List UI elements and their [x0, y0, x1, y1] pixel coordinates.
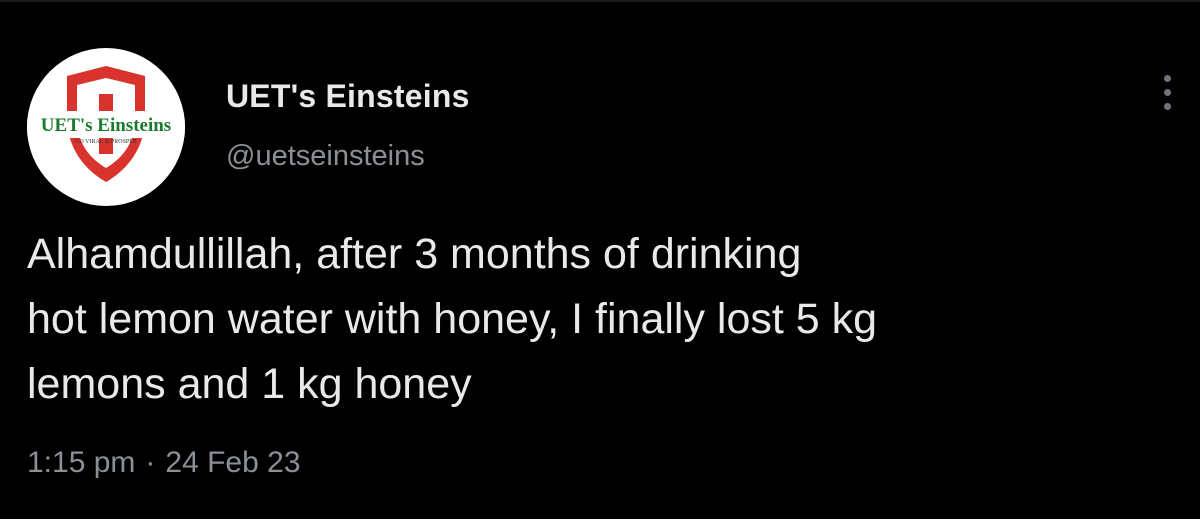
display-name[interactable]: UET's Einsteins [226, 78, 470, 115]
uets-einsteins-logo: UET's Einsteins GO VIRAL & PROSPER [27, 66, 185, 182]
avatar[interactable]: UET's Einsteins GO VIRAL & PROSPER [27, 48, 185, 206]
more-horizontal-icon [1163, 74, 1171, 82]
more-horizontal-icon-dot [1163, 88, 1171, 96]
tweet-text-line: hot lemon water with honey, I finally lo… [27, 295, 878, 343]
user-handle[interactable]: @uetseinsteins [226, 140, 425, 173]
tweet-card[interactable]: UET's Einsteins GO VIRAL & PROSPER UET's… [0, 0, 1200, 519]
logo-tagline: GO VIRAL & PROSPER [75, 139, 137, 145]
logo-text: UET's Einsteins [41, 115, 171, 136]
tweet-time: 1:15 pm [27, 446, 136, 479]
meta-separator: · [145, 446, 156, 479]
more-horizontal-icon-dot [1163, 102, 1171, 110]
tweet-text: Alhamdullillah, after 3 months of drinki… [27, 222, 1177, 417]
tweet-timestamp[interactable]: 1:15 pm · 24 Feb 23 [27, 446, 301, 480]
tweet-text-line: lemons and 1 kg honey [27, 360, 472, 408]
tweet-date: 24 Feb 23 [165, 446, 301, 479]
tweet-text-line: Alhamdullillah, after 3 months of drinki… [27, 230, 802, 278]
more-options-button[interactable] [1150, 66, 1184, 118]
